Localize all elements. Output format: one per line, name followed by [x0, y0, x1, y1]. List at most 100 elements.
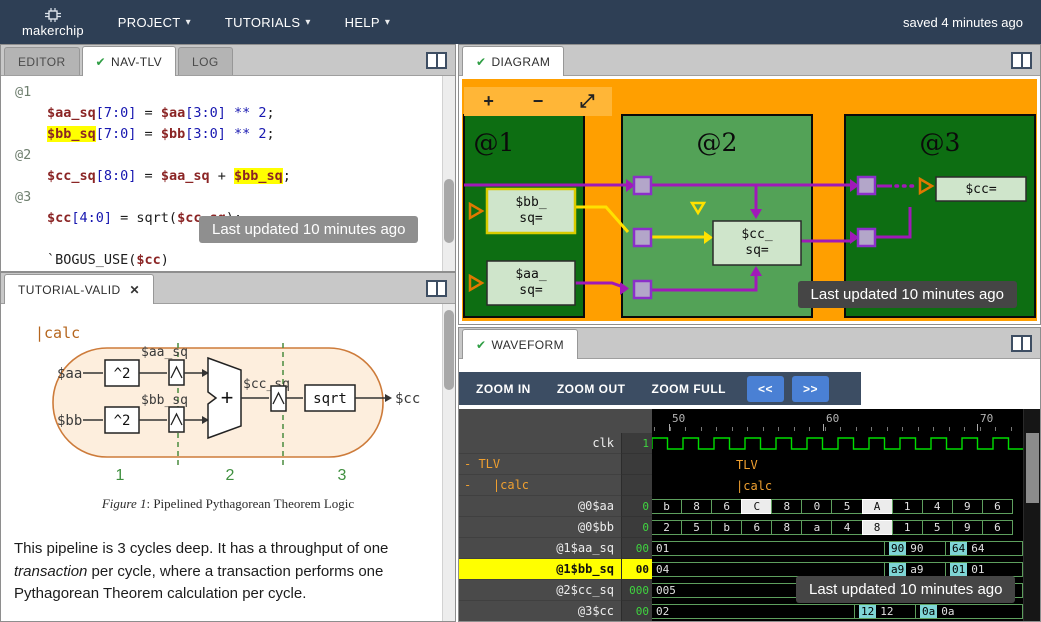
tab-tutorial-valid[interactable]: TUTORIAL-VALID ✕ — [4, 274, 154, 304]
svg-text:$bb_: $bb_ — [515, 195, 546, 210]
signal-name-TLV[interactable]: - TLV — [459, 454, 621, 475]
split-panel-icon[interactable] — [426, 52, 447, 69]
bus-segment: 6 — [981, 499, 1013, 514]
code-line: @3 — [15, 189, 32, 205]
zoom-fit-button[interactable]: ⤢ — [567, 88, 607, 115]
split-panel-icon[interactable] — [1011, 335, 1032, 352]
tab-nav-tlv[interactable]: ✔ NAV-TLV — [81, 46, 177, 76]
bus-segment: 5 — [681, 520, 713, 535]
tab-waveform[interactable]: ✔ WAVEFORM — [462, 329, 578, 359]
diagram-canvas[interactable]: @1 @2 @3 $bb_ sq= $aa_ sq= $cc_ sq= $cc=… — [462, 79, 1037, 321]
bus-segment: b — [652, 499, 683, 514]
last-updated-tooltip: Last updated 10 minutes ago — [796, 576, 1016, 603]
wave-row: @1$aa_sq 00 01 90 90 64 64 — [459, 538, 1040, 559]
signal-name-clk[interactable]: clk — [459, 433, 621, 454]
split-panel-icon[interactable] — [426, 280, 447, 297]
signal-name-3cc[interactable]: @3$cc — [459, 601, 621, 621]
signal-waveform[interactable]: TLV — [652, 454, 1025, 475]
scrollbar[interactable] — [1023, 409, 1040, 621]
signal-name-1aasq[interactable]: @1$aa_sq — [459, 538, 621, 559]
signal-aa-sq-label: $aa_sq — [141, 345, 188, 360]
code-line: $bb_sq[7:0] = $bb[3:0] ** 2; — [47, 126, 275, 142]
tutorial-content: |calc $aa ^2 $aa_sq $bb ^2 $bb_sq + $cc_… — [1, 304, 455, 621]
zoom-in-button[interactable]: + — [469, 88, 509, 115]
signal-waveform[interactable] — [652, 433, 1025, 454]
scrollbar-thumb[interactable] — [444, 310, 454, 390]
menu-project[interactable]: PROJECT ▾ — [118, 15, 191, 30]
group-label: |calc — [736, 478, 773, 493]
diagram-zoom-toolbar: + − ⤢ — [464, 87, 612, 116]
zoom-in-button[interactable]: ZOOM IN — [463, 372, 544, 405]
signal-name-calc[interactable]: - |calc — [459, 475, 621, 496]
bus-segment: 0a 0a — [915, 604, 1023, 619]
flipflop-square[interactable] — [632, 227, 653, 248]
scrollbar-thumb[interactable] — [1026, 433, 1039, 503]
zoom-out-button[interactable]: − — [518, 88, 558, 115]
zoom-out-button[interactable]: ZOOM OUT — [544, 372, 639, 405]
zoom-full-button[interactable]: ZOOM FULL — [639, 372, 739, 405]
signal-waveform[interactable]: 25b68a481596 — [652, 517, 1025, 538]
signal-waveform[interactable]: |calc — [652, 475, 1025, 496]
tab-log[interactable]: LOG — [178, 47, 233, 75]
caret-down-icon: ▾ — [384, 16, 391, 28]
signal-waveform[interactable]: b86C805A1496 — [652, 496, 1025, 517]
tab-editor[interactable]: EDITOR — [4, 47, 80, 75]
check-icon: ✔ — [476, 54, 487, 69]
menu-help-label: HELP — [344, 14, 380, 30]
signal-value: 00 — [621, 601, 652, 621]
flipflop-square[interactable] — [856, 175, 877, 196]
signal-name-0bb[interactable]: @0$bb — [459, 517, 621, 538]
signal-bb-label: $bb — [57, 413, 82, 429]
menu-help[interactable]: HELP ▾ — [345, 15, 391, 30]
menu-tutorials[interactable]: TUTORIALS ▾ — [225, 15, 311, 30]
stage-number-3: 3 — [338, 467, 347, 484]
waveform-panel: ✔ WAVEFORM ZOOM IN ZOOM OUT ZOOM FULL << … — [458, 327, 1041, 622]
flip-flop-icon — [168, 359, 185, 386]
app-logo[interactable]: makerchip — [22, 7, 84, 37]
tab-diagram[interactable]: ✔ DIAGRAM — [462, 46, 565, 76]
scrollbar[interactable] — [442, 76, 455, 271]
scroll-forward-button[interactable]: >> — [792, 375, 830, 402]
tab-nav-tlv-label: NAV-TLV — [111, 54, 163, 69]
pipeline-label: |calc — [35, 324, 80, 342]
caret-down-icon: ▾ — [185, 16, 191, 28]
bus-segment: a9 a9 — [884, 562, 946, 577]
svg-text:@1: @1 — [474, 128, 515, 157]
signal-name-0aa[interactable]: @0$aa — [459, 496, 621, 517]
flipflop-square[interactable] — [856, 227, 877, 248]
navbar: makerchip PROJECT ▾ TUTORIALS ▾ HELP ▾ save… — [0, 0, 1041, 44]
signal-value: 00 — [621, 538, 652, 559]
svg-text:sq=: sq= — [519, 283, 543, 298]
signal-cc-label: $cc — [395, 391, 420, 407]
signal-waveform[interactable]: 02 12 12 0a 0a — [652, 601, 1025, 621]
flipflop-square[interactable] — [632, 175, 653, 196]
wave-row: clk 1 — [459, 433, 1040, 454]
last-updated-tooltip: Last updated 10 minutes ago — [199, 216, 419, 243]
signal-name-1bbsq[interactable]: @1$bb_sq — [459, 559, 621, 580]
close-tab-icon[interactable]: ✕ — [130, 283, 140, 297]
bus-segment: 8 — [771, 520, 803, 535]
signal-value: 1 — [621, 433, 652, 454]
bus-segment: 6 — [741, 520, 773, 535]
svg-text:^2: ^2 — [114, 366, 131, 382]
scroll-back-button[interactable]: << — [746, 375, 784, 402]
bus-segment: 4 — [831, 520, 863, 535]
waveform-tabbar: ✔ WAVEFORM — [459, 328, 1040, 359]
code-line: `BOGUS_USE($cc) — [47, 252, 169, 268]
diagram-panel: ✔ DIAGRAM @1 @2 @3 $bb_ sq= $aa_ sq= $cc… — [458, 44, 1041, 325]
svg-text:+: + — [221, 385, 234, 410]
signal-waveform[interactable]: 01 90 90 64 64 — [652, 538, 1025, 559]
scrollbar[interactable] — [442, 304, 455, 621]
bus-segment: 9 — [951, 520, 983, 535]
tab-waveform-label: WAVEFORM — [491, 337, 564, 352]
bus-segment: 04 — [652, 562, 885, 577]
signal-value — [621, 454, 652, 475]
scrollbar-thumb[interactable] — [444, 179, 454, 243]
split-panel-icon[interactable] — [1011, 52, 1032, 69]
signal-name-2ccsq[interactable]: @2$cc_sq — [459, 580, 621, 601]
code-line: @2 — [15, 147, 32, 163]
figure-1-diagram: |calc $aa ^2 $aa_sq $bb ^2 $bb_sq + $cc_… — [35, 324, 420, 484]
flipflop-square[interactable] — [632, 279, 653, 300]
stage-number-1: 1 — [116, 467, 125, 484]
time-ruler: 50 60 70 — [459, 409, 1040, 433]
